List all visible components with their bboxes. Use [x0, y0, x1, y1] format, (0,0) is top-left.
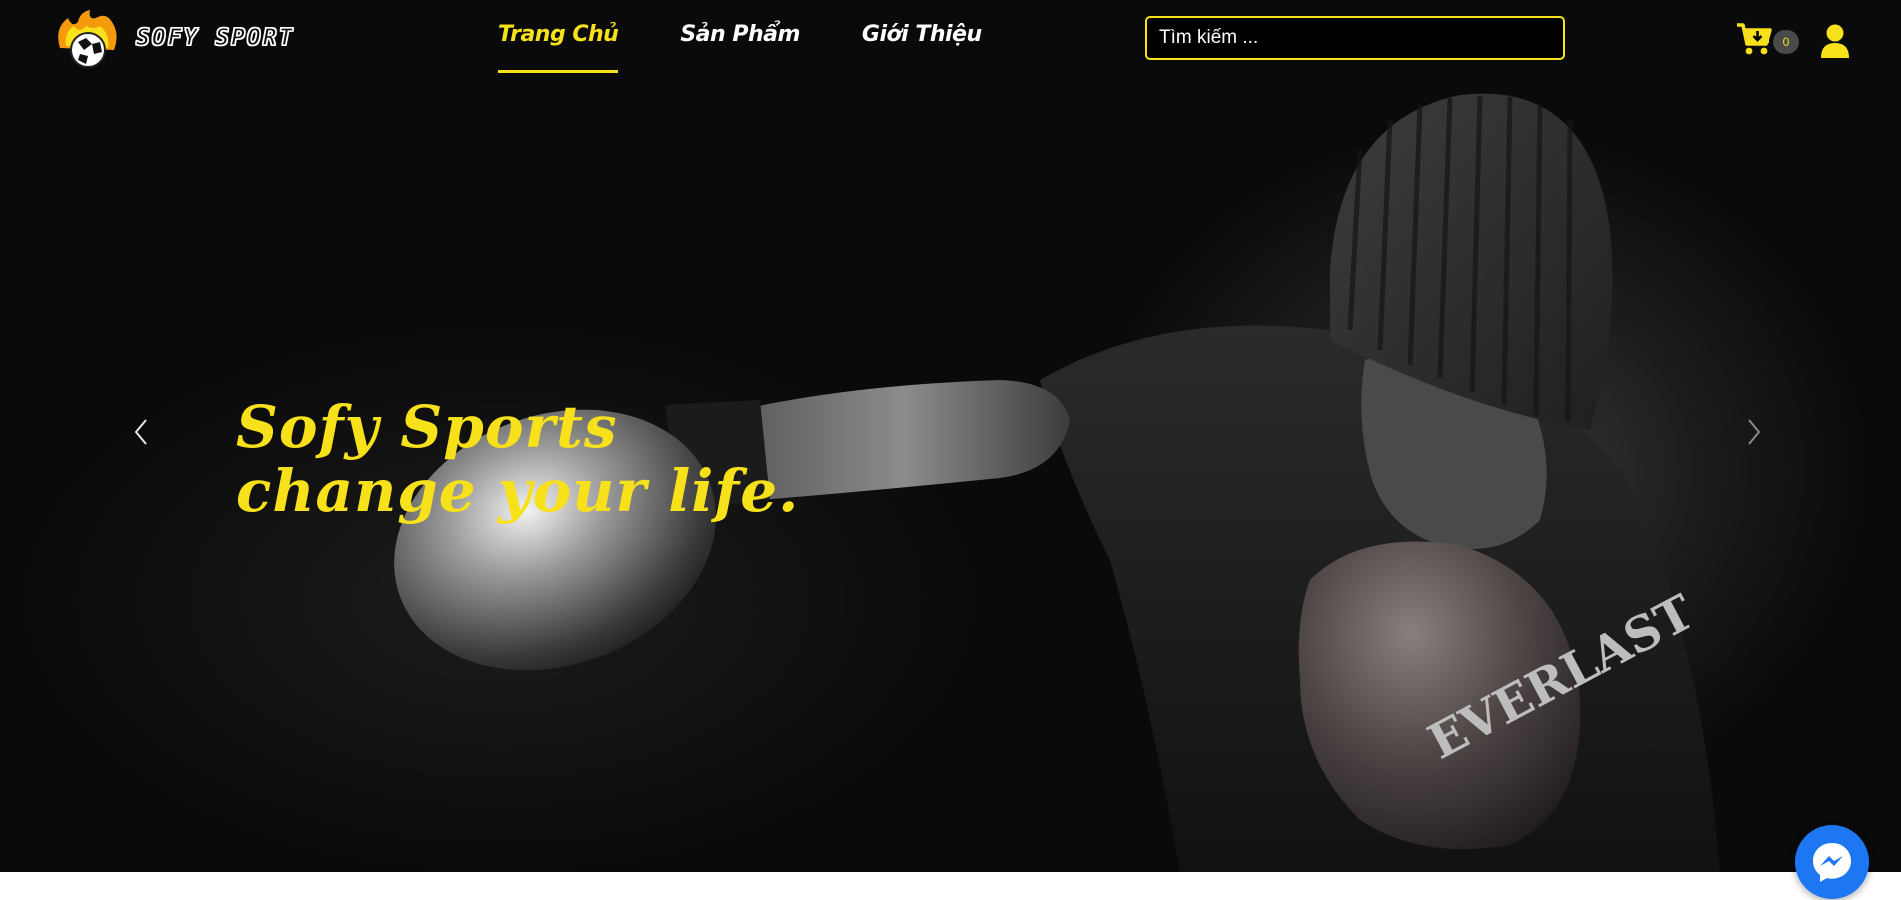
- hero-tagline-line2: change your life.: [236, 457, 800, 525]
- nav-item-products[interactable]: Sản Phẩm: [680, 22, 800, 73]
- cart-plus-icon: [1737, 23, 1772, 55]
- chevron-left-icon: [134, 419, 147, 445]
- user-icon: [1821, 24, 1849, 58]
- hero-tagline: Sofy Sports change your life.: [236, 395, 799, 523]
- messenger-chat-button[interactable]: [1795, 825, 1869, 899]
- nav-item-about[interactable]: Giới Thiệu: [862, 22, 982, 73]
- main-nav: Trang Chủ Sản Phẩm Giới Thiệu: [498, 22, 982, 73]
- site-logo[interactable]: SOFY SPORT: [50, 8, 294, 68]
- site-header: SOFY SPORT Trang Chủ Sản Phẩm Giới Thiệu…: [0, 0, 1901, 90]
- hero-slider: EVERLAST SOFY SPORT Trang Chủ Sản Phẩm G…: [0, 0, 1901, 872]
- nav-item-home[interactable]: Trang Chủ: [498, 22, 619, 73]
- cart-count-badge: 0: [1773, 30, 1799, 54]
- carousel-prev-button[interactable]: [133, 418, 149, 451]
- carousel-next-button[interactable]: [1746, 418, 1762, 451]
- messenger-icon: [1813, 843, 1851, 882]
- logo-icon: [58, 10, 117, 68]
- logo-text: SOFY SPORT: [135, 24, 295, 51]
- user-account-button[interactable]: [1820, 24, 1850, 63]
- hero-tagline-line1: Sofy Sports: [236, 393, 618, 461]
- cart-button[interactable]: [1736, 22, 1772, 61]
- search-input[interactable]: [1145, 16, 1565, 60]
- chevron-right-icon: [1748, 419, 1761, 445]
